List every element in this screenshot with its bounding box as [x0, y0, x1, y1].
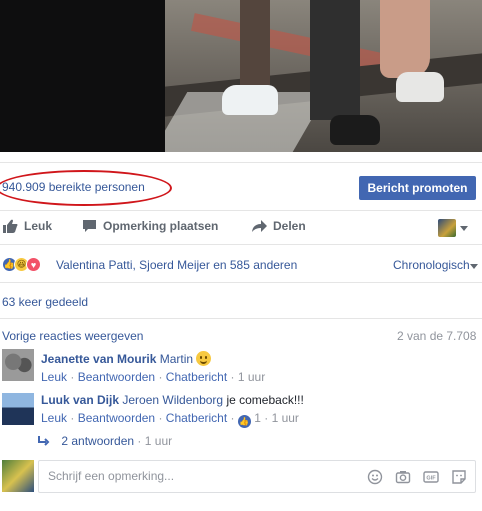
comment-input[interactable]: [48, 469, 348, 483]
shares-count[interactable]: 63 keer gedeeld: [2, 295, 88, 309]
chevron-down-icon[interactable]: [460, 226, 468, 231]
avatar[interactable]: [2, 349, 34, 381]
avatar[interactable]: [2, 460, 34, 492]
video-dark-panel: [0, 0, 165, 152]
comment-author[interactable]: Luuk van Dijk: [41, 393, 119, 407]
comment-chat-link[interactable]: Chatbericht: [166, 370, 227, 384]
comment-button[interactable]: Opmerking plaatsen: [82, 219, 218, 233]
comment-icon: [83, 220, 96, 232]
share-label: Delen: [273, 219, 306, 233]
like-badge-icon: 👍: [237, 415, 251, 428]
replies-label: 2 antwoorden: [61, 434, 135, 448]
view-replies-link[interactable]: 2 antwoorden · 1 uur: [38, 434, 172, 448]
camera-icon[interactable]: [395, 469, 411, 485]
comment-actions: Leuk · Beantwoorden · Chatbericht · 1 uu…: [41, 370, 266, 384]
like-label: Leuk: [24, 219, 53, 233]
comment-tag[interactable]: Martin: [160, 352, 193, 366]
video-frame[interactable]: [0, 0, 482, 152]
divider: [0, 244, 482, 245]
comment-author[interactable]: Jeanette van Mourik: [41, 352, 156, 366]
promote-post-button[interactable]: Bericht promoten: [359, 176, 476, 200]
comment-chat-link[interactable]: Chatbericht: [166, 411, 227, 425]
page-selector-avatar[interactable]: [438, 219, 456, 237]
reactions-summary[interactable]: Valentina Patti, Sjoerd Meijer en 585 an…: [56, 258, 297, 272]
gif-icon[interactable]: GIF: [423, 469, 439, 485]
comment-reply-link[interactable]: Beantwoorden: [78, 411, 155, 425]
thumbs-up-icon: [3, 219, 18, 233]
chevron-down-icon[interactable]: [470, 264, 478, 269]
comment-body: Jeanette van Mourik Martin: [41, 351, 212, 366]
divider: [0, 282, 482, 283]
like-button[interactable]: Leuk: [3, 219, 52, 233]
emoji-icon[interactable]: [367, 469, 383, 485]
reaction-icons[interactable]: 👍 😆 ♥: [2, 257, 41, 272]
comment-label: Opmerking plaatsen: [103, 219, 219, 233]
comment-like-count[interactable]: 1: [254, 411, 261, 425]
comment-like-link[interactable]: Leuk: [41, 370, 67, 384]
sticker-icon[interactable]: [451, 469, 467, 485]
share-arrow-icon: [252, 220, 267, 232]
svg-text:GIF: GIF: [426, 476, 436, 482]
post-card: 940.909 bereikte personen Bericht promot…: [0, 0, 482, 511]
divider: [0, 162, 482, 163]
comment-tag[interactable]: Jeroen Wildenborg: [122, 393, 223, 407]
comment-time[interactable]: 1 uur: [238, 370, 265, 384]
replies-time: 1 uur: [144, 434, 173, 448]
divider: [0, 210, 482, 211]
share-button[interactable]: Delen: [252, 219, 306, 233]
smiley-emoji-icon: [196, 351, 212, 366]
avatar[interactable]: [2, 393, 34, 425]
comment-actions: Leuk · Beantwoorden · Chatbericht · 👍 1 …: [41, 411, 299, 428]
divider: [0, 318, 482, 319]
comment-composer[interactable]: GIF: [38, 460, 476, 493]
reach-count[interactable]: 940.909 bereikte personen: [2, 180, 145, 194]
comment-like-link[interactable]: Leuk: [41, 411, 67, 425]
reply-arrow-icon: [38, 436, 50, 446]
love-reaction-icon: ♥: [26, 257, 41, 272]
comment-body: Luuk van Dijk Jeroen Wildenborg je comeb…: [41, 393, 304, 407]
sort-dropdown[interactable]: Chronologisch: [393, 258, 470, 272]
previous-comments-link[interactable]: Vorige reacties weergeven: [2, 329, 143, 343]
comment-text: je comeback!!!: [226, 393, 304, 407]
comment-time[interactable]: 1 uur: [272, 411, 299, 425]
comment-count: 2 van de 7.708: [397, 329, 477, 343]
comment-reply-link[interactable]: Beantwoorden: [78, 370, 155, 384]
